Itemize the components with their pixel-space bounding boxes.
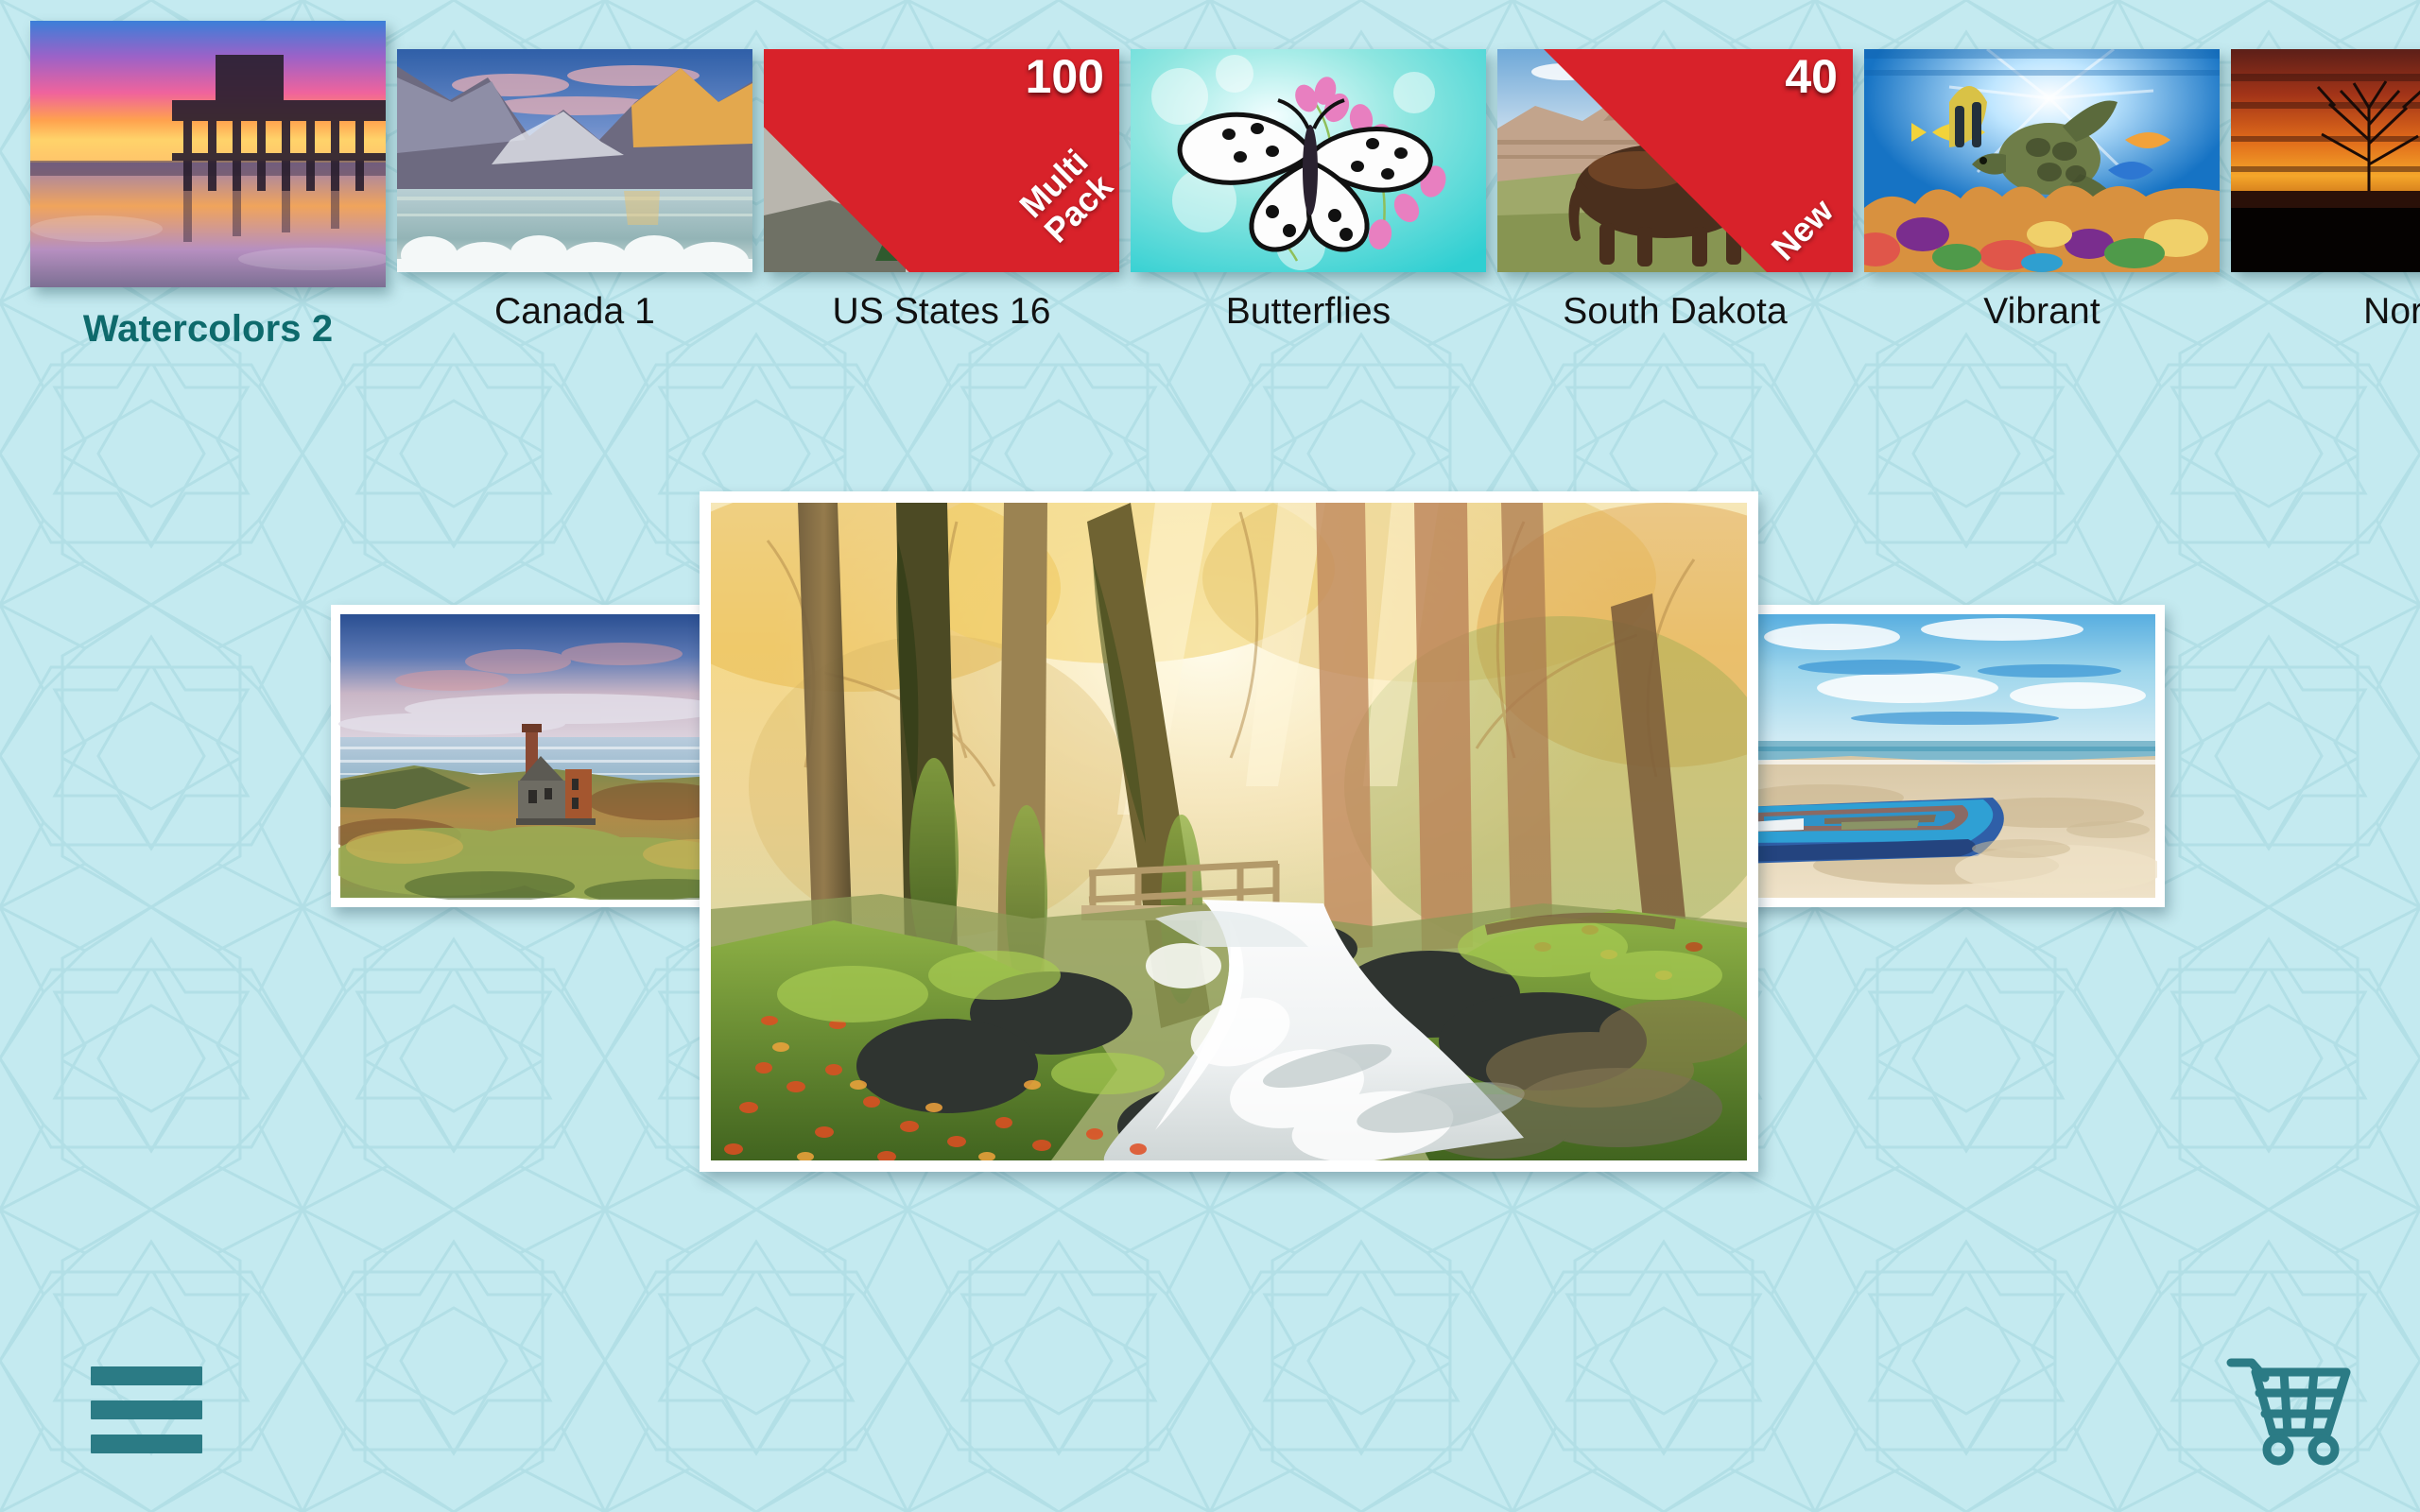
shopping-cart-icon [2226, 1358, 2351, 1466]
pack-count-badge: 100 [1025, 50, 1104, 103]
pack-label: Vibrant [1983, 291, 2100, 332]
puzzle-carousel[interactable] [0, 454, 2420, 1228]
pack-item-butterflies[interactable]: Butterflies [1125, 0, 1492, 333]
pack-label: Butterflies [1225, 291, 1392, 332]
pack-count-badge: 40 [1785, 50, 1838, 103]
coral-reef-turtle-thumbnail[interactable] [1864, 49, 2220, 272]
hamburger-menu-button[interactable] [91, 1366, 202, 1453]
pack-thumbnail-wrap[interactable] [2231, 49, 2420, 272]
pack-label: North [2363, 291, 2420, 332]
pack-label: South Dakota [1563, 291, 1788, 332]
butterfly-thumbnail[interactable] [1131, 49, 1486, 272]
pack-label: US States 16 [832, 291, 1051, 332]
hamburger-menu-icon-bar-2 [91, 1400, 202, 1419]
pack-strip[interactable]: Watercolors 2 Canada 1 100 Multi Pack US… [0, 0, 2420, 369]
pack-thumbnail-wrap[interactable]: 40 New [1497, 49, 1853, 272]
pack-thumbnail-wrap[interactable] [30, 21, 386, 287]
carousel-card-center[interactable] [700, 491, 1758, 1172]
pack-item-vibrant[interactable]: Vibrant [1858, 0, 2225, 333]
hamburger-menu-icon-bar-3 [91, 1435, 202, 1453]
pack-item-watercolors-2[interactable]: Watercolors 2 [25, 0, 391, 351]
pack-label: Canada 1 [494, 291, 655, 332]
pack-thumbnail-wrap[interactable]: 100 Multi Pack [764, 49, 1120, 272]
shopping-cart-button[interactable] [2221, 1349, 2354, 1467]
pack-item-canada-1[interactable]: Canada 1 [391, 0, 758, 333]
carousel-card-right[interactable] [1730, 605, 2165, 907]
pack-thumbnail-wrap[interactable] [1131, 49, 1486, 272]
pack-item-us-states-16[interactable]: 100 Multi Pack US States 16 [758, 0, 1125, 333]
pack-label: Watercolors 2 [82, 308, 334, 350]
hamburger-menu-icon [91, 1366, 202, 1385]
pack-item-north[interactable]: North [2225, 0, 2420, 333]
sunset-tree-silhouette-thumbnail[interactable] [2231, 49, 2420, 272]
watercolor-blue-boat-beach [1737, 612, 2157, 900]
pack-item-south-dakota[interactable]: 40 New South Dakota [1492, 0, 1858, 333]
pier-sunset-thumbnail[interactable] [30, 21, 386, 287]
watercolor-autumn-forest-waterfall [711, 503, 1747, 1160]
watercolor-cornish-mine-ruin [338, 612, 758, 900]
pack-thumbnail-wrap[interactable] [1864, 49, 2220, 272]
pack-thumbnail-wrap[interactable] [397, 49, 752, 272]
lake-louise-thumbnail[interactable] [397, 49, 752, 272]
